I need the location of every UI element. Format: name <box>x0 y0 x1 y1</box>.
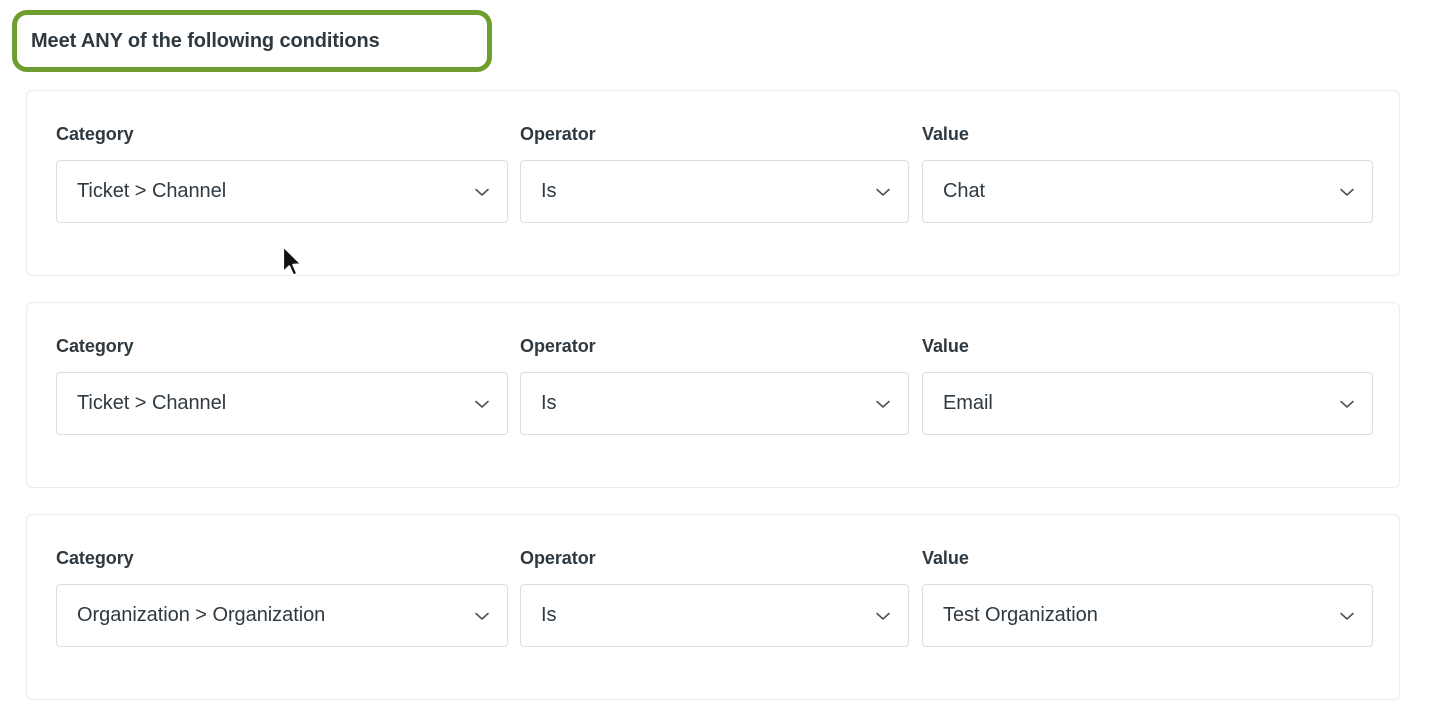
category-field-group: Category Ticket > Channel <box>56 335 508 435</box>
condition-card: Category Organization > Organization Ope… <box>26 514 1400 700</box>
chevron-down-icon <box>1336 181 1358 203</box>
operator-select[interactable]: Is <box>520 160 909 223</box>
conditions-match-type-label: Meet ANY of the following conditions <box>17 30 380 53</box>
category-select-value: Organization > Organization <box>77 604 463 627</box>
category-select[interactable]: Ticket > Channel <box>56 372 508 435</box>
category-field-label: Category <box>56 547 508 569</box>
operator-field-group: Operator Is <box>520 123 909 223</box>
category-select-value: Ticket > Channel <box>77 392 463 415</box>
operator-select-value: Is <box>541 180 864 203</box>
value-select-value: Test Organization <box>943 604 1328 627</box>
category-field-label: Category <box>56 335 508 357</box>
category-field-group: Category Organization > Organization <box>56 547 508 647</box>
category-select[interactable]: Organization > Organization <box>56 584 508 647</box>
condition-card: Category Ticket > Channel Operator Is <box>26 302 1400 488</box>
operator-field-label: Operator <box>520 547 909 569</box>
chevron-down-icon <box>1336 605 1358 627</box>
operator-field-group: Operator Is <box>520 547 909 647</box>
value-field-label: Value <box>922 547 1373 569</box>
operator-field-group: Operator Is <box>520 335 909 435</box>
value-field-label: Value <box>922 335 1373 357</box>
value-select[interactable]: Chat <box>922 160 1373 223</box>
value-field-group: Value Email <box>922 335 1373 435</box>
chevron-down-icon <box>471 181 493 203</box>
value-select-value: Chat <box>943 180 1328 203</box>
category-select[interactable]: Ticket > Channel <box>56 160 508 223</box>
category-field-group: Category Ticket > Channel <box>56 123 508 223</box>
operator-select-value: Is <box>541 392 864 415</box>
category-field-label: Category <box>56 123 508 145</box>
condition-fields-row: Category Ticket > Channel Operator Is <box>27 303 1399 487</box>
operator-select[interactable]: Is <box>520 372 909 435</box>
chevron-down-icon <box>471 605 493 627</box>
condition-fields-row: Category Organization > Organization Ope… <box>27 515 1399 699</box>
chevron-down-icon <box>471 393 493 415</box>
value-field-label: Value <box>922 123 1373 145</box>
value-select[interactable]: Test Organization <box>922 584 1373 647</box>
operator-select-value: Is <box>541 604 864 627</box>
operator-select[interactable]: Is <box>520 584 909 647</box>
chevron-down-icon <box>872 181 894 203</box>
value-field-group: Value Chat <box>922 123 1373 223</box>
condition-card: Category Ticket > Channel Operator Is <box>26 90 1400 276</box>
value-select[interactable]: Email <box>922 372 1373 435</box>
chevron-down-icon <box>872 605 894 627</box>
value-select-value: Email <box>943 392 1328 415</box>
conditions-match-type-pill: Meet ANY of the following conditions <box>12 10 492 72</box>
value-field-group: Value Test Organization <box>922 547 1373 647</box>
condition-fields-row: Category Ticket > Channel Operator Is <box>27 91 1399 275</box>
chevron-down-icon <box>872 393 894 415</box>
operator-field-label: Operator <box>520 123 909 145</box>
category-select-value: Ticket > Channel <box>77 180 463 203</box>
chevron-down-icon <box>1336 393 1358 415</box>
operator-field-label: Operator <box>520 335 909 357</box>
